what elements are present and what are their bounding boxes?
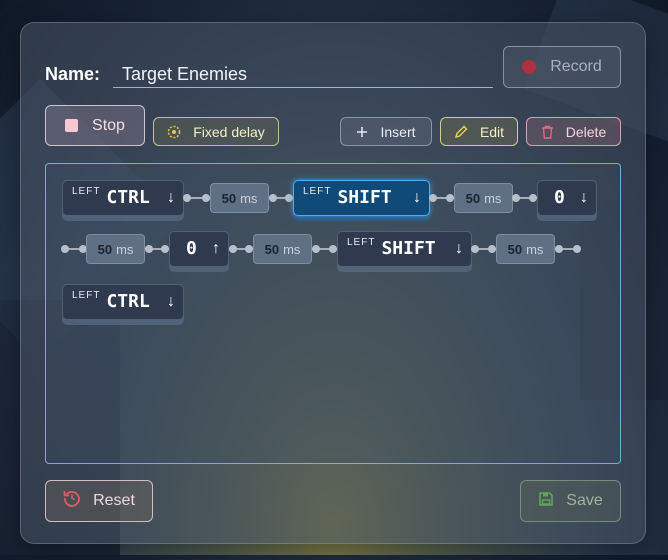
timer-icon <box>167 125 181 139</box>
key-down-arrow-icon: ↓ <box>455 240 463 257</box>
edit-label: Edit <box>479 123 505 140</box>
delay-step[interactable]: 50 ms <box>454 183 513 213</box>
delay-step[interactable]: 50 ms <box>86 234 145 264</box>
key-step-selected[interactable]: LEFT SHIFT ↓ <box>293 180 430 216</box>
connector-dot <box>183 194 191 202</box>
connector-dot <box>61 245 69 253</box>
connector-dot <box>161 245 169 253</box>
key-step[interactable]: LEFT SHIFT ↓ <box>337 231 472 267</box>
key-down-arrow-icon: ↓ <box>580 189 588 206</box>
connector-dot <box>446 194 454 202</box>
key-step[interactable]: 0 ↑ <box>169 231 229 267</box>
key-up-arrow-icon: ↑ <box>212 240 220 257</box>
key-modifier-label: LEFT <box>72 186 101 197</box>
delay-unit: ms <box>283 241 301 257</box>
fixed-delay-label: Fixed delay <box>193 123 265 140</box>
key-step[interactable]: 0 ↓ <box>537 180 597 216</box>
delay-value: 50 <box>97 241 113 257</box>
delay-value: 50 <box>221 190 237 206</box>
key-step[interactable]: LEFT CTRL ↓ <box>62 180 184 216</box>
key-down-arrow-icon: ↓ <box>413 189 421 206</box>
connector-dot <box>245 245 253 253</box>
key-label: 0 <box>554 187 565 208</box>
connector-dot <box>202 194 210 202</box>
record-dot-icon <box>522 60 537 74</box>
connector-dot <box>329 245 337 253</box>
delay-value: 50 <box>465 190 481 206</box>
key-label: 0 <box>186 238 197 259</box>
delay-unit: ms <box>240 190 258 206</box>
connector-dot <box>529 194 537 202</box>
connector-dot <box>145 245 153 253</box>
record-button[interactable]: Record <box>503 46 621 88</box>
key-step[interactable]: LEFT CTRL ↓ <box>62 284 184 320</box>
record-label: Record <box>550 58 602 75</box>
stop-button[interactable]: Stop <box>45 105 145 146</box>
connector-dot <box>429 194 437 202</box>
key-modifier-label: LEFT <box>347 237 376 248</box>
delete-button[interactable]: Delete <box>526 117 621 146</box>
connector-dot <box>229 245 237 253</box>
delay-value: 50 <box>264 241 280 257</box>
stop-label: Stop <box>92 116 125 134</box>
connector-dot <box>285 194 293 202</box>
delay-unit: ms <box>526 241 544 257</box>
reset-label: Reset <box>93 492 135 509</box>
reset-icon <box>63 489 81 513</box>
delay-step[interactable]: 50 ms <box>210 183 269 213</box>
key-label: CTRL <box>106 187 150 208</box>
delay-step[interactable]: 50 ms <box>253 234 312 264</box>
connector-dot <box>269 194 277 202</box>
stop-square-icon <box>65 119 79 132</box>
connector-dot <box>555 245 563 253</box>
connector-dot <box>512 194 520 202</box>
connector-dot <box>312 245 320 253</box>
macro-name-input[interactable]: Target Enemies <box>113 61 493 88</box>
plus-icon <box>356 126 368 138</box>
save-label: Save <box>566 492 603 509</box>
insert-button[interactable]: Insert <box>340 117 432 146</box>
save-button[interactable]: Save <box>520 480 621 522</box>
edit-button[interactable]: Edit <box>440 117 518 146</box>
insert-label: Insert <box>380 123 416 140</box>
connector-dot <box>488 245 496 253</box>
fixed-delay-button[interactable]: Fixed delay <box>153 117 279 146</box>
key-label: SHIFT <box>381 238 436 259</box>
reset-button[interactable]: Reset <box>45 480 153 522</box>
key-label: CTRL <box>106 291 150 312</box>
trash-icon <box>541 125 554 139</box>
key-modifier-label: LEFT <box>303 186 332 197</box>
delay-value: 50 <box>507 241 523 257</box>
key-down-arrow-icon: ↓ <box>167 293 175 310</box>
delay-step[interactable]: 50 ms <box>496 234 555 264</box>
sequence-area[interactable]: LEFT CTRL ↓ 50 ms LEFT SHIFT ↓ 50 ms 0 ↓… <box>45 163 621 464</box>
connector-dot <box>471 245 479 253</box>
delay-unit: ms <box>484 190 502 206</box>
key-modifier-label: LEFT <box>72 290 101 301</box>
connector-dot <box>573 245 581 253</box>
key-down-arrow-icon: ↓ <box>167 189 175 206</box>
delay-unit: ms <box>116 241 134 257</box>
name-label: Name: <box>45 64 101 84</box>
delete-label: Delete <box>565 123 607 140</box>
pencil-icon <box>454 125 468 139</box>
macro-editor-panel: Name: Target Enemies Record Stop Fixed d… <box>20 22 646 544</box>
key-label: SHIFT <box>337 187 392 208</box>
save-disk-icon <box>538 491 554 512</box>
